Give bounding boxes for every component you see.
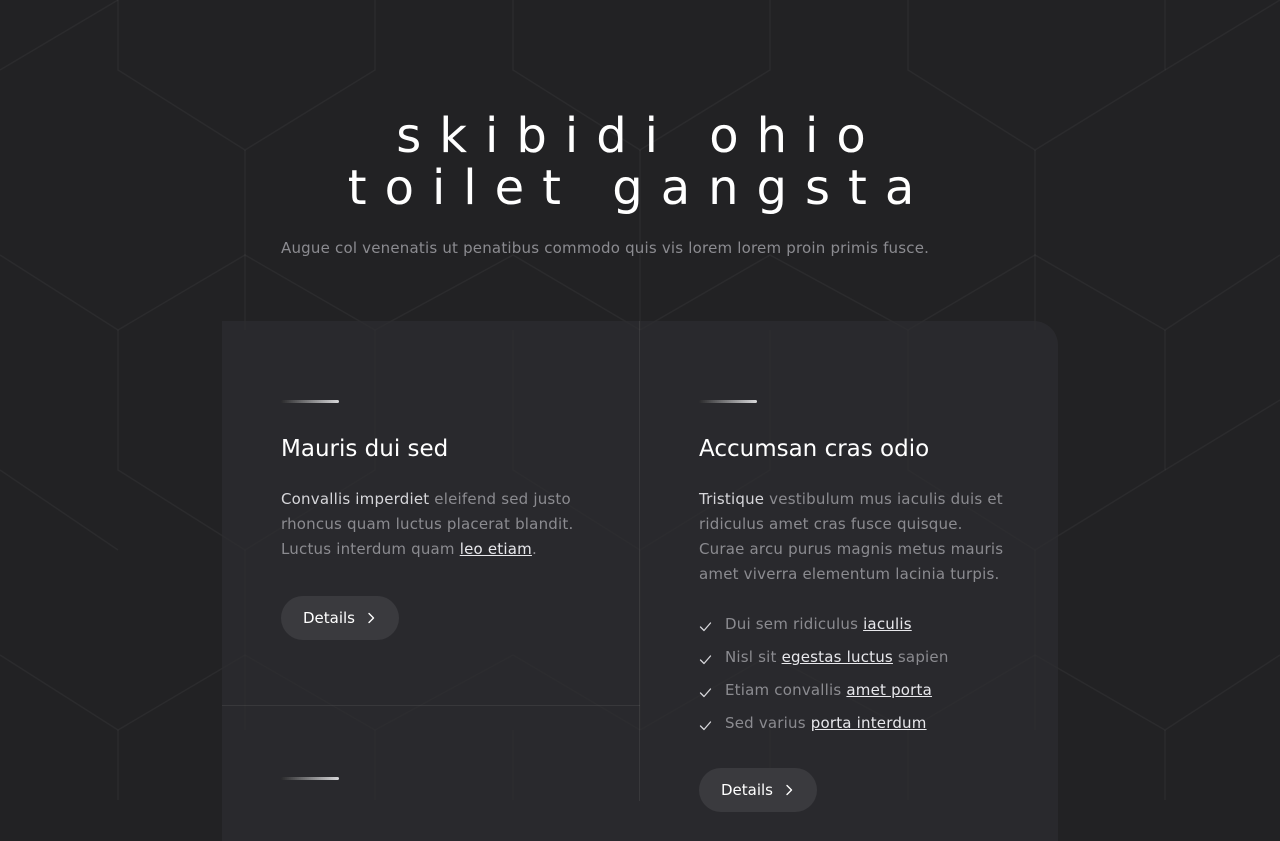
list-item-link[interactable]: iaculis: [863, 611, 912, 638]
card-2-feature-list: Dui sem ridiculus iaculis Nisl sit egest…: [699, 608, 949, 740]
horizontal-divider: [222, 705, 640, 706]
list-item: Etiam convallis amet porta: [699, 674, 949, 707]
chevron-right-icon: [786, 784, 793, 796]
card-1-details-button[interactable]: Details: [281, 596, 399, 640]
list-item-text: Dui sem ridiculus: [725, 615, 864, 633]
page: skibidi ohio toilet gangsta Augue col ve…: [0, 0, 1280, 841]
list-item-text: Etiam convallis: [725, 681, 847, 699]
card-1-title: Mauris dui sed: [281, 436, 449, 462]
check-icon: [699, 688, 712, 698]
card-2-details-button-label: Details: [721, 781, 774, 799]
card-2-description-strong: Tristique: [699, 490, 765, 508]
list-item-link[interactable]: amet porta: [846, 677, 932, 704]
list-item: Dui sem ridiculus iaculis: [699, 608, 949, 641]
card-1-description-end: .: [531, 540, 537, 558]
card-1-description-strong: Convallis imperdiet: [281, 490, 430, 508]
list-item: Nisl sit egestas luctus sapien: [699, 641, 949, 674]
list-item-link[interactable]: porta interdum: [811, 710, 927, 737]
card-3-accent-line: [281, 777, 339, 780]
card-2-title: Accumsan cras odio: [699, 436, 930, 462]
list-item-text-after: sapien: [892, 648, 949, 666]
page-title: skibidi ohio toilet gangsta: [0, 110, 1280, 214]
card-1-details-button-label: Details: [303, 609, 356, 627]
page-title-line-1: skibidi ohio: [396, 108, 884, 164]
card-2-description: Tristique vestibulum mus iaculis duis et…: [699, 487, 1004, 587]
check-icon: [699, 622, 712, 632]
card-1-link-leo-etiam[interactable]: leo etiam: [460, 540, 532, 558]
card-2-accent-line: [699, 400, 757, 403]
card-2-details-button[interactable]: Details: [699, 768, 817, 812]
card-1-accent-line: [281, 400, 339, 403]
page-subtitle: Augue col venenatis ut penatibus commodo…: [281, 239, 930, 257]
card-1-description: Convallis imperdiet eleifend sed justo r…: [281, 487, 581, 562]
check-icon: [699, 655, 712, 665]
list-item: Sed varius porta interdum: [699, 707, 949, 740]
check-icon: [699, 721, 712, 731]
list-item-text: Nisl sit: [725, 648, 782, 666]
chevron-right-icon: [368, 612, 375, 624]
page-title-line-2: toilet gangsta: [347, 160, 933, 216]
vertical-divider: [639, 321, 640, 801]
list-item-link[interactable]: egestas luctus: [782, 644, 893, 671]
list-item-text: Sed varius: [725, 714, 811, 732]
